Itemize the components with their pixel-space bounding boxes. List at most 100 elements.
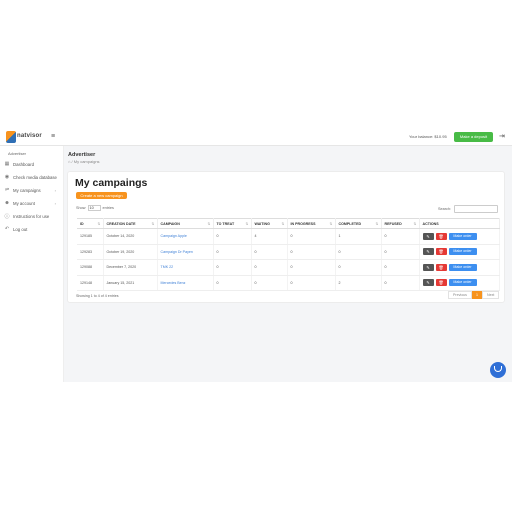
cell-id: 129283 — [77, 244, 104, 260]
sidebar-section-title: Advertiser — [8, 151, 27, 156]
cell-date: October 14, 2020 — [103, 228, 158, 245]
make-order-button[interactable]: Make order — [448, 232, 477, 240]
top-bar: natvisor ≡ Your balance: $10.95 Make a d… — [0, 128, 512, 146]
table-header-row: ID ⇅ CREATION DATE ⇅ CAMPAIGN ⇅ TO TREAT ⇅ W… — [77, 218, 500, 229]
cell-id: 129148 — [77, 275, 104, 291]
page-title: Advertiser — [68, 152, 96, 158]
previous-page-button[interactable]: Previous — [448, 291, 472, 299]
user-icon: ☻ — [4, 200, 10, 206]
campaign-link[interactable]: TMK 22 — [157, 259, 214, 276]
cell-completed: 0 — [335, 244, 382, 260]
sidebar-item-label: My campaigns — [13, 187, 41, 193]
menu-toggle-icon[interactable]: ≡ — [51, 133, 55, 140]
chevron-right-icon: › — [54, 187, 56, 193]
delete-icon[interactable]: 🗑 — [435, 263, 447, 271]
cell-refused: 0 — [381, 228, 420, 245]
cell-to-treat: 0 — [213, 275, 252, 291]
column-header[interactable]: IN PROGRESS ⇅ — [287, 218, 336, 229]
cell-date: January 15, 2021 — [103, 275, 158, 291]
logout-icon: ↶ — [4, 226, 10, 232]
deposit-button[interactable]: Make a deposit — [454, 132, 493, 142]
delete-icon[interactable]: 🗑 — [435, 232, 447, 240]
info-icon: ⓘ — [4, 213, 10, 220]
column-header[interactable]: REFUSED ⇅ — [381, 218, 420, 229]
cell-completed: 2 — [335, 275, 382, 291]
edit-icon[interactable]: ✎ — [422, 232, 434, 240]
search-input[interactable] — [454, 205, 499, 213]
next-page-button[interactable]: Next — [481, 291, 500, 299]
logo-icon[interactable] — [6, 131, 16, 143]
cell-to-treat: 0 — [213, 228, 252, 245]
cell-id: 129088 — [77, 259, 104, 276]
showing-entries-text: Showing 1 to 4 of 4 entries — [76, 294, 119, 298]
sidebar-item-instructions[interactable]: ⓘ Instructions for use — [4, 211, 62, 221]
app-window: natvisor ≡ Your balance: $10.95 Make a d… — [0, 128, 512, 382]
make-order-button[interactable]: Make order — [448, 279, 477, 287]
breadcrumb: ⌂ / My campaigns — [68, 159, 100, 164]
cell-refused: 0 — [381, 275, 420, 291]
cell-refused: 0 — [381, 244, 420, 260]
pagination: Previous 1 Next — [448, 291, 500, 299]
column-header: ACTIONS — [419, 218, 500, 229]
column-header[interactable]: WAITING ⇅ — [251, 218, 288, 229]
sidebar-item-label: Instructions for use — [13, 213, 50, 219]
edit-icon[interactable]: ✎ — [422, 248, 434, 256]
cell-id: 129185 — [77, 228, 104, 245]
logout-icon[interactable]: ⇥ — [499, 132, 505, 140]
chat-bubble-icon[interactable] — [490, 362, 506, 378]
edit-icon[interactable]: ✎ — [422, 279, 434, 287]
sidebar-item-media-database[interactable]: ◉ Check media database — [4, 172, 62, 182]
column-header[interactable]: CREATION DATE ⇅ — [103, 218, 158, 229]
column-header[interactable]: CAMPAIGN ⇅ — [157, 218, 214, 229]
sidebar-item-account[interactable]: ☻ My account › — [4, 198, 62, 208]
campaigns-icon: ⇌ — [4, 187, 10, 193]
sidebar: Advertiser ▦ Dashboard ◉ Check media dat… — [0, 146, 64, 382]
table-row: 129185 October 14, 2020 Campaign Apple 0… — [77, 228, 500, 245]
table-row: 129283 October 19, 2020 Campaign Dr Paye… — [77, 244, 500, 260]
make-order-button[interactable]: Make order — [448, 248, 477, 256]
sidebar-item-campaigns[interactable]: ⇌ My campaigns › — [4, 185, 62, 195]
cell-waiting: 0 — [251, 275, 288, 291]
cell-date: October 19, 2020 — [103, 244, 158, 260]
cell-actions: ✎ 🗑 Make order — [419, 244, 500, 260]
column-header[interactable]: TO TREAT ⇅ — [213, 218, 252, 229]
entries-select[interactable]: 10 — [87, 205, 101, 211]
delete-icon[interactable]: 🗑 — [435, 279, 447, 287]
show-entries: Show 10 entries — [76, 205, 114, 211]
cell-to-treat: 0 — [213, 244, 252, 260]
sidebar-item-label: Log out — [13, 226, 28, 232]
grid-icon: ▦ — [4, 161, 10, 167]
campaign-link[interactable]: Mercedes Benz — [157, 275, 214, 291]
logo-text[interactable]: natvisor — [17, 133, 42, 139]
page-1-button[interactable]: 1 — [471, 291, 482, 299]
cell-completed: 0 — [335, 259, 382, 276]
entries-label: entries — [102, 206, 114, 210]
cell-actions: ✎ 🗑 Make order — [419, 259, 500, 276]
cell-date: December 7, 2020 — [103, 259, 158, 276]
balance-text: Your balance: $10.95 — [409, 134, 447, 139]
chevron-right-icon: › — [54, 200, 56, 206]
database-icon: ◉ — [4, 174, 10, 180]
breadcrumb-current: My campaigns — [73, 159, 100, 164]
home-icon[interactable]: ⌂ — [68, 159, 70, 164]
column-header[interactable]: COMPLETED ⇅ — [335, 218, 382, 229]
campaign-link[interactable]: Campaign Apple — [157, 228, 214, 245]
sidebar-item-logout[interactable]: ↶ Log out — [4, 224, 62, 234]
card-title: My campaings — [75, 177, 148, 189]
cell-in-progress: 0 — [287, 275, 336, 291]
make-order-button[interactable]: Make order — [448, 263, 477, 271]
sidebar-item-dashboard[interactable]: ▦ Dashboard — [4, 159, 62, 169]
column-header[interactable]: ID ⇅ — [77, 218, 104, 229]
table-row: 129088 December 7, 2020 TMK 22 0 0 0 0 0… — [77, 259, 500, 276]
cell-refused: 0 — [381, 259, 420, 276]
sidebar-item-label: Dashboard — [13, 161, 35, 167]
cell-in-progress: 0 — [287, 259, 336, 276]
main-content: Advertiser ⌂ / My campaigns My campaings… — [64, 146, 512, 382]
edit-icon[interactable]: ✎ — [422, 263, 434, 271]
sidebar-item-label: My account — [13, 200, 35, 206]
cell-in-progress: 0 — [287, 228, 336, 245]
campaign-link[interactable]: Campaign Dr Payen — [157, 244, 214, 260]
create-campaign-button[interactable]: Create a new campaign — [76, 192, 127, 199]
delete-icon[interactable]: 🗑 — [435, 248, 447, 256]
cell-in-progress: 0 — [287, 244, 336, 260]
